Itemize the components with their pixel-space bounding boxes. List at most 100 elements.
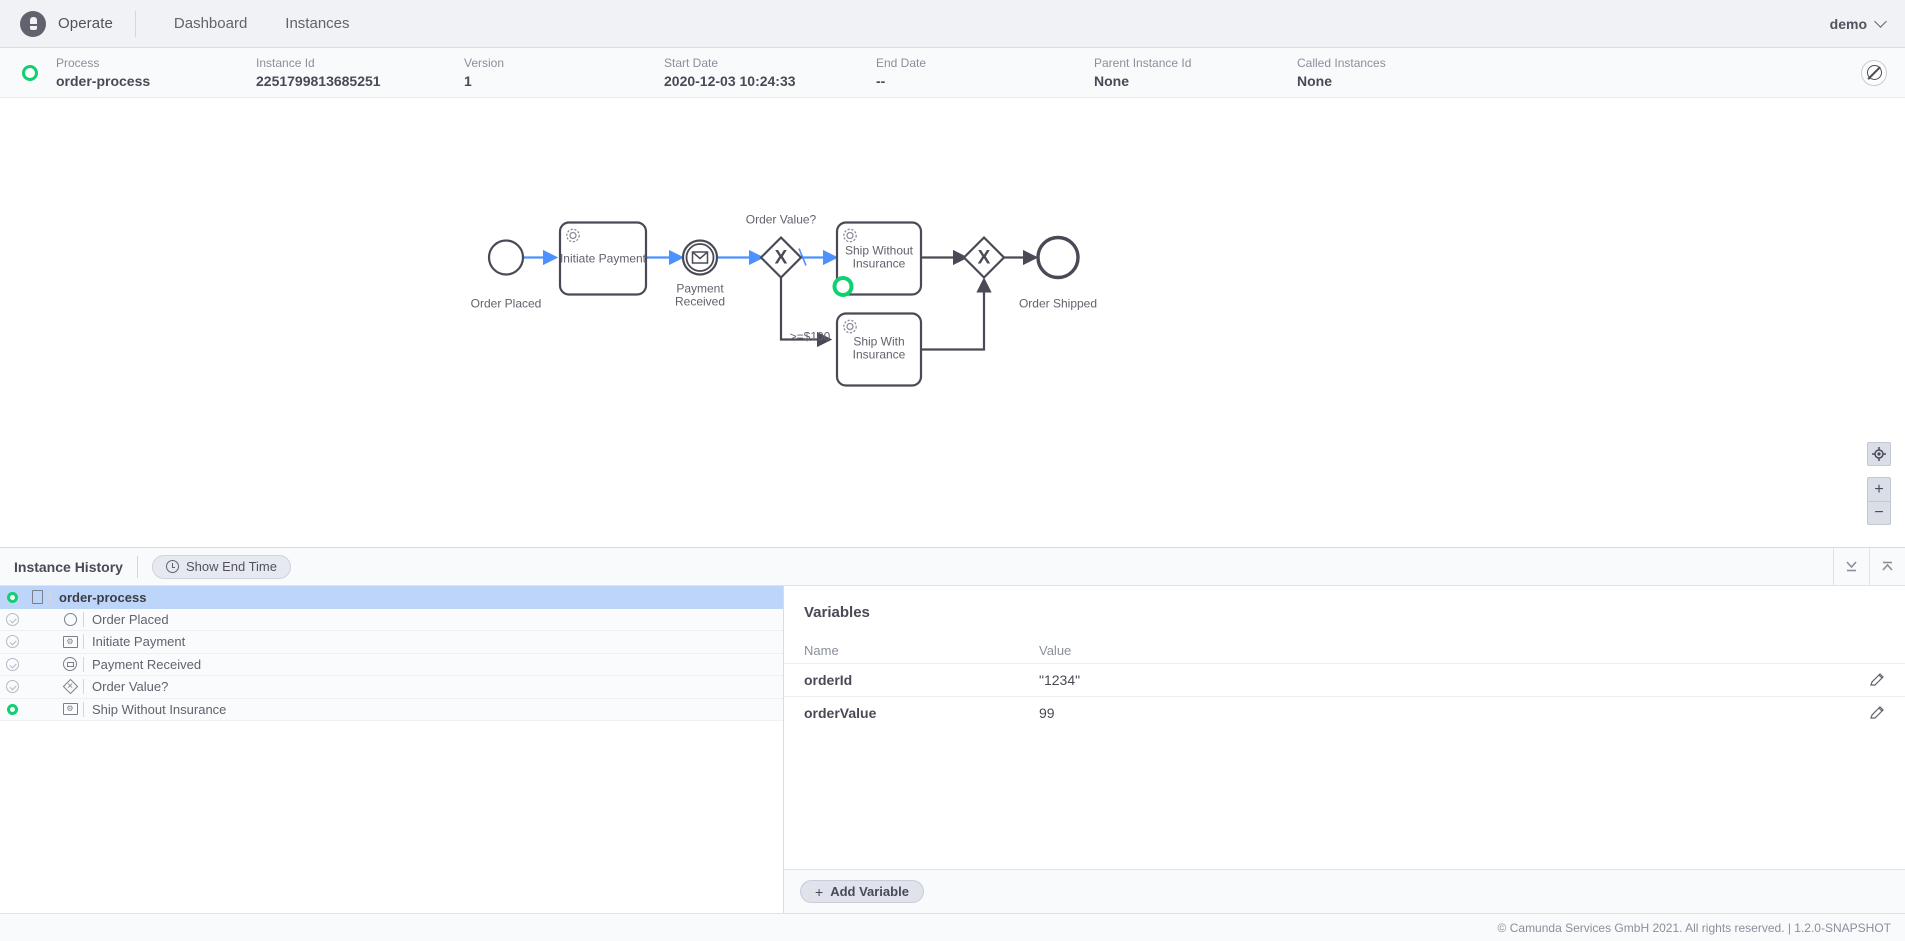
bpmn-element-payment-received[interactable]: Payment Received	[675, 241, 725, 309]
tree-row-order-placed[interactable]: Order Placed	[0, 609, 783, 632]
bpmn-label-order-placed: Order Placed	[471, 297, 542, 311]
clock-icon	[166, 560, 179, 573]
show-end-time-label: Show End Time	[186, 559, 277, 574]
meta-field-process: Process order-process	[56, 56, 256, 90]
column-header-value: Value	[1039, 643, 1869, 658]
panel-title: Instance History	[14, 559, 137, 575]
instance-header: Process order-process Instance Id 225179…	[0, 48, 1905, 98]
bpmn-element-ship-with-insurance[interactable]: Ship With Insurance	[837, 314, 921, 386]
bpmn-label-ship-with-insurance-2: Insurance	[853, 348, 906, 362]
brand-label: Operate	[58, 15, 113, 32]
bpmn-element-initiate-payment[interactable]: Initiate Payment	[560, 223, 647, 295]
bpmn-element-join-gateway[interactable]: X	[964, 238, 1004, 278]
variable-value: 99	[1039, 705, 1869, 721]
camunda-logo-icon	[20, 11, 46, 37]
gateway-x-icon: X	[978, 248, 991, 269]
active-instance-marker	[835, 278, 852, 295]
nav-divider	[135, 11, 136, 37]
pencil-icon	[1869, 705, 1885, 721]
variable-row-orderValue[interactable]: orderValue 99	[784, 696, 1905, 729]
meta-label: Version	[464, 56, 664, 71]
tree-row-ship-without-insurance[interactable]: ⚙ Ship Without Insurance	[0, 699, 783, 722]
ban-icon	[1867, 65, 1882, 80]
bpmn-element-ship-without-insurance[interactable]: Ship Without Insurance	[835, 223, 922, 296]
instance-history-tree: order-process Order Placed ⚙ Initiate Pa…	[0, 586, 784, 913]
instance-state-indicator	[22, 65, 38, 81]
row-divider	[83, 634, 84, 649]
edit-variable-button[interactable]	[1869, 705, 1885, 721]
meta-label: Called Instances	[1297, 56, 1477, 71]
zoom-out-button[interactable]: −	[1867, 501, 1891, 525]
message-event-icon	[57, 657, 83, 671]
zoom-in-button[interactable]: +	[1867, 477, 1891, 501]
gateway-x-icon: X	[775, 248, 788, 269]
tree-row-label: Payment Received	[92, 657, 201, 672]
tree-row-label: Order Placed	[92, 612, 169, 627]
service-task-icon: ⚙	[57, 703, 83, 715]
collapse-down-icon	[1844, 559, 1859, 574]
meta-value: 2020-12-03 10:24:33	[664, 73, 876, 90]
bpmn-label-ship-without-insurance-2: Insurance	[853, 257, 906, 271]
tree-row-payment-received[interactable]: Payment Received	[0, 654, 783, 677]
bottom-panel: Instance History Show End Time	[0, 547, 1905, 913]
exclusive-gateway-icon: ✕	[57, 681, 83, 692]
bpmn-element-order-shipped[interactable]: Order Shipped	[1019, 238, 1097, 311]
bpmn-diagram: Order Placed Initiate Payment Payment Re…	[0, 98, 1905, 547]
meta-field-start-date: Start Date 2020-12-03 10:24:33	[664, 56, 876, 90]
meta-value: 1	[464, 73, 664, 90]
variables-table-header: Name Value	[784, 637, 1905, 663]
bpmn-label-payment-received-2: Received	[675, 295, 725, 309]
bpmn-element-order-value-gateway[interactable]: X Order Value?	[746, 213, 817, 278]
tree-row-initiate-payment[interactable]: ⚙ Initiate Payment	[0, 631, 783, 654]
meta-label: End Date	[876, 56, 1094, 71]
tree-row-label: Initiate Payment	[92, 634, 185, 649]
collapse-panel-button[interactable]	[1833, 548, 1869, 585]
row-divider	[83, 679, 84, 694]
tree-row-order-process[interactable]: order-process	[0, 586, 783, 609]
tree-row-order-value[interactable]: ✕ Order Value?	[0, 676, 783, 699]
bpmn-diagram-canvas[interactable]: Order Placed Initiate Payment Payment Re…	[0, 98, 1905, 547]
row-divider	[83, 702, 84, 717]
variables-footer: + Add Variable	[784, 869, 1905, 913]
expand-panel-button[interactable]	[1869, 548, 1905, 585]
meta-value: order-process	[56, 73, 256, 90]
row-state-active-icon	[0, 592, 24, 603]
pencil-icon	[1869, 672, 1885, 688]
user-menu-label: demo	[1830, 16, 1867, 32]
page-footer: © Camunda Services GmbH 2021. All rights…	[0, 913, 1905, 941]
row-state-completed-icon	[0, 658, 24, 671]
row-state-completed-icon	[0, 635, 24, 648]
nav-link-instances[interactable]: Instances	[285, 15, 349, 32]
cancel-instance-button[interactable]	[1861, 60, 1887, 86]
variables-title: Variables	[784, 586, 1905, 621]
meta-field-instance-id: Instance Id 2251799813685251	[256, 56, 464, 90]
row-state-completed-icon	[0, 680, 24, 693]
top-navigation-bar: Operate Dashboard Instances demo	[0, 0, 1905, 48]
bpmn-label-payment-received-1: Payment	[676, 282, 724, 296]
user-menu[interactable]: demo	[1830, 16, 1885, 32]
tree-row-label: order-process	[59, 590, 146, 605]
panel-body: order-process Order Placed ⚙ Initiate Pa…	[0, 586, 1905, 913]
edit-variable-button[interactable]	[1869, 672, 1885, 688]
bpmn-label-order-shipped: Order Shipped	[1019, 297, 1097, 311]
nav-link-dashboard[interactable]: Dashboard	[174, 15, 247, 32]
expand-up-icon	[1880, 559, 1895, 574]
variable-name: orderValue	[804, 705, 1039, 721]
add-variable-button[interactable]: + Add Variable	[800, 880, 924, 903]
meta-label: Parent Instance Id	[1094, 56, 1297, 71]
service-task-icon: ⚙	[57, 636, 83, 648]
brand[interactable]: Operate	[20, 11, 135, 37]
meta-field-called-instances: Called Instances None	[1297, 56, 1477, 90]
row-state-completed-icon	[0, 613, 24, 626]
column-header-name: Name	[804, 643, 1039, 658]
nav-links: Dashboard Instances	[174, 15, 350, 32]
bpmn-element-order-placed[interactable]: Order Placed	[471, 241, 542, 311]
variable-row-orderId[interactable]: orderId "1234"	[784, 663, 1905, 696]
variables-panel: Variables Name Value orderId "1234"	[784, 586, 1905, 913]
show-end-time-button[interactable]: Show End Time	[152, 555, 291, 579]
row-divider	[50, 590, 51, 605]
document-icon	[24, 590, 50, 604]
bpmn-label-ship-without-insurance-1: Ship Without	[845, 244, 914, 258]
reset-zoom-button[interactable]	[1867, 442, 1891, 466]
bpmn-label-ship-with-insurance-1: Ship With	[853, 335, 904, 349]
